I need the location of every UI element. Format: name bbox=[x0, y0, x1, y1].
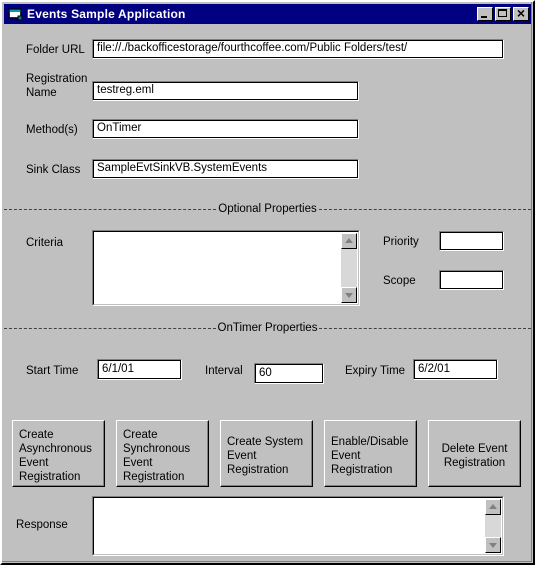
optional-properties-label: Optional Properties bbox=[216, 203, 319, 215]
registration-name-value: testreg.eml bbox=[95, 83, 356, 99]
scroll-down-icon[interactable] bbox=[485, 537, 501, 553]
sink-class-input[interactable]: SampleEvtSinkVB.SystemEvents bbox=[92, 159, 359, 179]
form-client-area: Folder URL file://./backofficestorage/fo… bbox=[4, 24, 532, 563]
scroll-down-icon[interactable] bbox=[341, 287, 357, 303]
separator-line-left bbox=[4, 208, 217, 210]
close-button[interactable] bbox=[513, 6, 529, 21]
ontimer-properties-label: OnTimer Properties bbox=[215, 322, 320, 334]
sink-class-value: SampleEvtSinkVB.SystemEvents bbox=[95, 161, 356, 177]
folder-url-value: file://./backofficestorage/fourthcoffee.… bbox=[95, 41, 501, 57]
create-asynchronous-event-registration-button[interactable]: Create Asynchronous Event Registration bbox=[12, 420, 105, 487]
vb-form-icon bbox=[8, 6, 24, 22]
criteria-label: Criteria bbox=[26, 237, 64, 249]
registration-name-label: Registration Name bbox=[26, 73, 88, 99]
interval-value: 60 bbox=[257, 365, 321, 382]
window-title: Events Sample Application bbox=[27, 7, 186, 21]
create-system-event-registration-button[interactable]: Create System Event Registration bbox=[220, 420, 313, 487]
methods-value: OnTimer bbox=[95, 121, 356, 137]
scope-input[interactable] bbox=[439, 270, 504, 290]
optional-properties-separator: Optional Properties bbox=[4, 202, 532, 216]
priority-input[interactable] bbox=[439, 231, 504, 251]
sink-class-label: Sink Class bbox=[26, 164, 81, 176]
scope-value bbox=[442, 272, 501, 288]
methods-label: Method(s) bbox=[26, 124, 78, 136]
delete-event-registration-button[interactable]: Delete Event Registration bbox=[428, 420, 521, 487]
separator-line-right bbox=[319, 327, 531, 329]
expiry-time-value: 6/2/01 bbox=[416, 361, 495, 378]
caption-button-group bbox=[477, 6, 529, 21]
start-time-label: Start Time bbox=[26, 365, 79, 377]
start-time-input[interactable]: 6/1/01 bbox=[97, 359, 182, 380]
enable-disable-event-registration-button[interactable]: Enable/Disable Event Registration bbox=[324, 420, 417, 487]
methods-input[interactable]: OnTimer bbox=[92, 119, 359, 139]
priority-value bbox=[442, 233, 501, 249]
ontimer-properties-separator: OnTimer Properties bbox=[4, 321, 531, 335]
maximize-button[interactable] bbox=[495, 7, 511, 21]
response-label: Response bbox=[16, 519, 68, 531]
expiry-time-input[interactable]: 6/2/01 bbox=[413, 359, 498, 380]
scroll-up-icon[interactable] bbox=[341, 233, 357, 249]
criteria-scrollbar[interactable] bbox=[341, 233, 357, 303]
scope-label: Scope bbox=[383, 275, 416, 287]
separator-line-right bbox=[318, 208, 532, 210]
minimize-button[interactable] bbox=[477, 7, 493, 21]
criteria-textarea[interactable] bbox=[92, 230, 360, 306]
scroll-up-icon[interactable] bbox=[485, 499, 501, 515]
expiry-time-label: Expiry Time bbox=[345, 365, 406, 377]
response-textarea[interactable] bbox=[92, 496, 504, 556]
separator-line-left bbox=[4, 327, 216, 329]
folder-url-label: Folder URL bbox=[26, 44, 85, 56]
interval-input[interactable]: 60 bbox=[254, 363, 324, 384]
priority-label: Priority bbox=[383, 236, 419, 248]
start-time-value: 6/1/01 bbox=[100, 361, 179, 378]
folder-url-input[interactable]: file://./backofficestorage/fourthcoffee.… bbox=[92, 39, 504, 59]
create-synchronous-event-registration-button[interactable]: Create Synchronous Event Registration bbox=[116, 420, 209, 487]
response-scrollbar[interactable] bbox=[485, 499, 501, 553]
interval-label: Interval bbox=[205, 365, 243, 377]
criteria-value bbox=[96, 233, 341, 303]
events-sample-application-window: Events Sample Application Folder URL fil… bbox=[0, 0, 535, 565]
registration-name-input[interactable]: testreg.eml bbox=[92, 81, 359, 101]
title-bar[interactable]: Events Sample Application bbox=[4, 4, 531, 24]
response-value bbox=[96, 499, 485, 553]
